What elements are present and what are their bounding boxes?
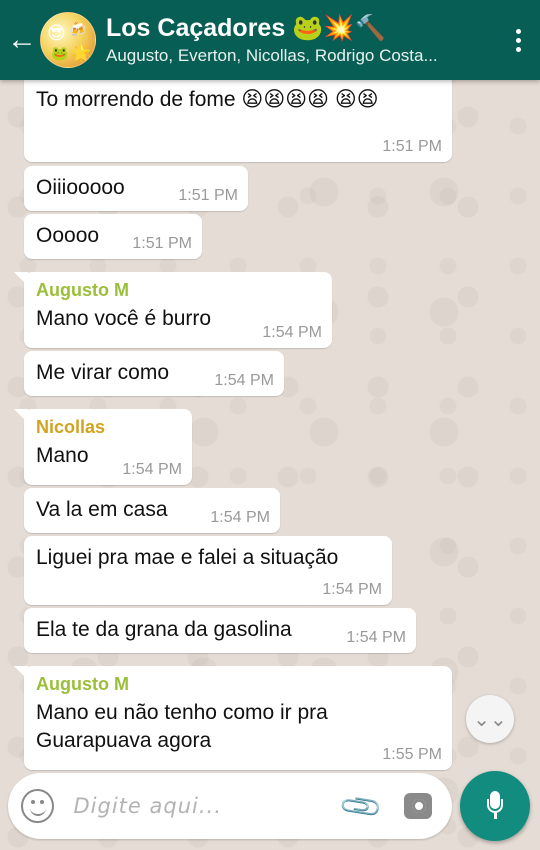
message-bubble[interactable]: To morrendo de fome 😫😫😫😫 😫😫 1:51 PM — [24, 70, 452, 162]
message-time: 1:55 PM — [382, 746, 442, 763]
message-sender: Augusto M — [36, 280, 129, 300]
message-bubble[interactable]: Oiiiooooo 1:51 PM — [24, 166, 248, 211]
emoji-icon[interactable] — [21, 789, 54, 823]
message-bubble[interactable]: Va la em casa 1:54 PM — [24, 488, 280, 533]
group-avatar[interactable]: 😎 🍻 🐸 🌟 — [40, 12, 96, 68]
camera-icon[interactable] — [403, 793, 432, 819]
avatar-emoji: 😎 — [47, 23, 66, 43]
scroll-to-bottom-button[interactable]: ⌄⌄ — [466, 695, 514, 743]
message-time: 1:51 PM — [178, 187, 238, 204]
message-input[interactable] — [73, 794, 342, 818]
group-members: Augusto, Everton, Nicollas, Rodrigo Cost… — [106, 46, 438, 65]
message-bubble[interactable]: Ooooo 1:51 PM — [24, 214, 202, 259]
message-composer: 📎 — [8, 773, 452, 839]
message-bubble[interactable]: Augusto M Mano eu não tenho como ir pra … — [14, 666, 452, 770]
avatar-emoji: 🐸 — [51, 45, 69, 61]
overflow-menu-icon[interactable] — [496, 28, 540, 52]
back-arrow-icon[interactable]: ← — [2, 0, 42, 80]
message-time: 1:54 PM — [322, 581, 382, 598]
message-time: 1:54 PM — [210, 509, 270, 526]
message-time: 1:51 PM — [382, 138, 442, 155]
chevron-down-icon: ⌄⌄ — [473, 708, 507, 731]
message-bubble[interactable]: Liguei pra mae e falei a situação 1:54 P… — [24, 536, 392, 605]
avatar-emoji: 🍻 — [69, 21, 87, 37]
message-time: 1:54 PM — [122, 461, 182, 478]
message-bubble[interactable]: Nicollas Mano 1:54 PM — [14, 409, 192, 485]
chat-header: ← 😎 🍻 🐸 🌟 Los Caçadores 🐸💥🔨 Augusto, Eve… — [0, 0, 540, 80]
message-time: 1:51 PM — [132, 235, 192, 252]
microphone-icon — [487, 791, 503, 821]
avatar-emoji: 🌟 — [71, 45, 91, 62]
message-time: 1:54 PM — [214, 372, 274, 389]
message-text: To morrendo de fome 😫😫😫😫 😫😫 — [36, 88, 379, 111]
message-bubble[interactable]: Augusto M Mano você é burro 1:54 PM — [14, 272, 332, 348]
message-time: 1:54 PM — [262, 324, 322, 341]
message-text: Liguei pra mae e falei a situação — [36, 546, 339, 569]
paperclip-icon[interactable]: 📎 — [335, 781, 385, 831]
message-bubble[interactable]: Ela te da grana da gasolina 1:54 PM — [24, 608, 416, 653]
voice-record-button[interactable] — [460, 771, 530, 841]
message-sender: Nicollas — [36, 417, 106, 437]
message-text: Mano eu não tenho como ir pra Guarapuava… — [36, 701, 328, 752]
message-bubble[interactable]: Me virar como 1:54 PM — [24, 351, 284, 396]
chat-info[interactable]: Los Caçadores 🐸💥🔨 Augusto, Everton, Nico… — [106, 13, 496, 67]
group-title: Los Caçadores 🐸💥🔨 — [106, 14, 386, 42]
message-sender: Augusto M — [36, 674, 129, 694]
message-time: 1:54 PM — [346, 629, 406, 646]
